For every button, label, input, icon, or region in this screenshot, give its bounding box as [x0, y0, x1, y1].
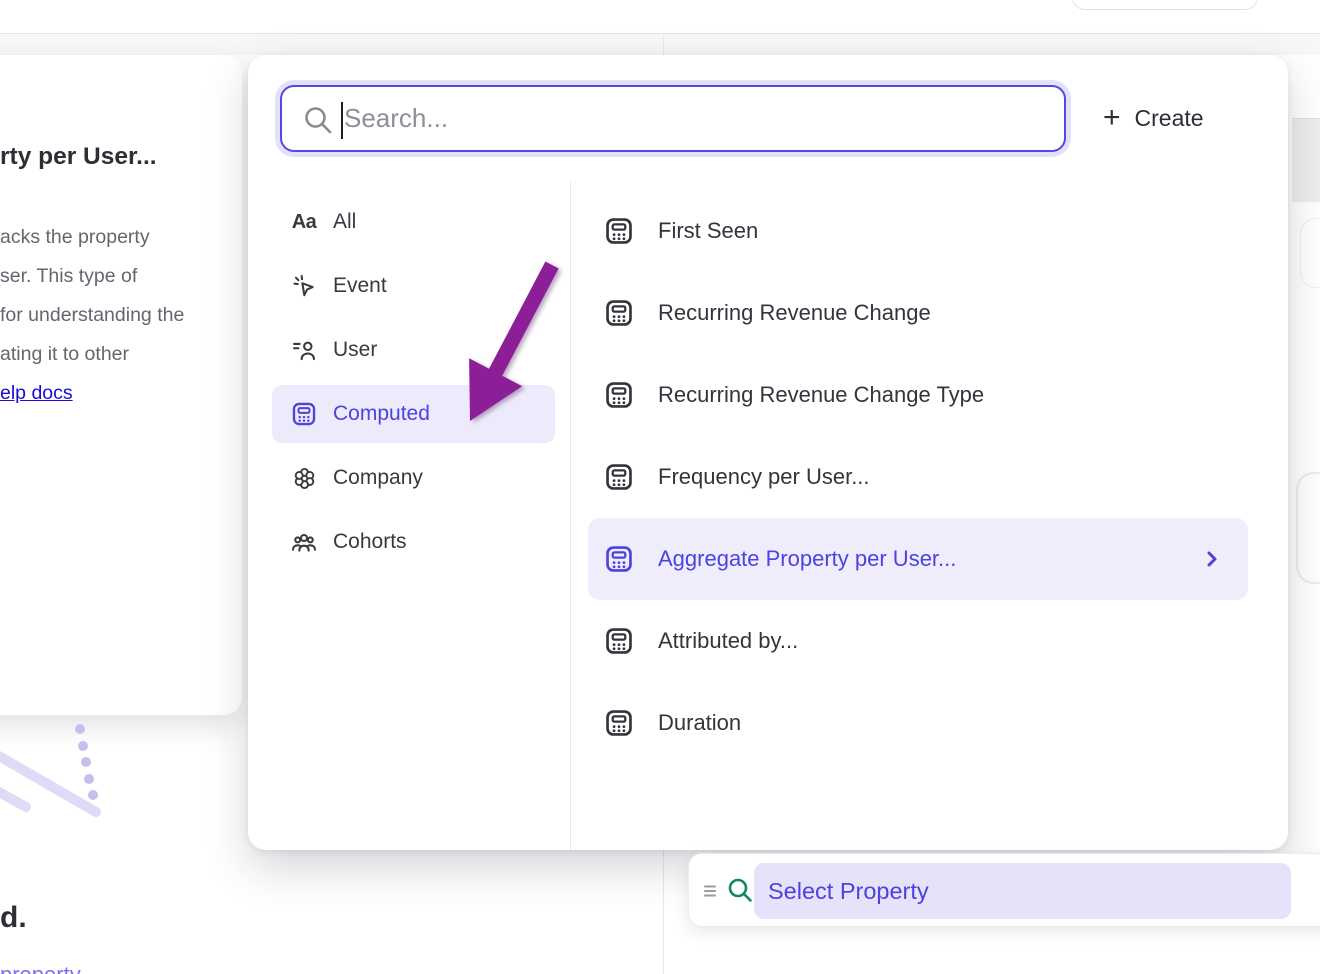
category-cohorts[interactable]: Cohorts [272, 513, 555, 571]
search-icon [302, 104, 334, 136]
help-docs-link[interactable]: elp docs [0, 382, 73, 405]
search-icon [726, 876, 754, 904]
calculator-icon [602, 214, 636, 248]
drag-handle-icon[interactable] [702, 882, 720, 900]
create-button[interactable]: + Create [1103, 95, 1253, 141]
user-list-icon [289, 335, 319, 365]
category-all[interactable]: Aa All [272, 193, 555, 251]
calculator-icon [602, 460, 636, 494]
tooltip-body-line: acks the property [0, 226, 150, 249]
tooltip-body-line: for understanding the [0, 304, 184, 327]
cropped-top-button [1072, 0, 1258, 10]
background-card-outline [1296, 472, 1320, 584]
background-panel-fragment [1292, 118, 1320, 202]
category-event[interactable]: Event [272, 257, 555, 315]
calculator-icon [602, 296, 636, 330]
property-item-frequency-per-user[interactable]: Frequency per User... [588, 436, 1248, 518]
company-cluster-icon [289, 463, 319, 493]
property-tooltip-card: rty per User... acks the property ser. T… [0, 55, 242, 715]
calculator-icon [602, 378, 636, 412]
calculator-icon [289, 399, 319, 429]
calculator-icon [602, 542, 636, 576]
property-item-first-seen[interactable]: First Seen [588, 190, 1248, 272]
calculator-icon [602, 624, 636, 658]
select-property-button[interactable]: Select Property [754, 863, 1291, 919]
select-property-control: Select Property [688, 853, 1320, 927]
cohorts-people-icon [289, 527, 319, 557]
background-card-outline [1300, 218, 1320, 288]
category-user[interactable]: User [272, 321, 555, 379]
category-company[interactable]: Company [272, 449, 555, 507]
cropped-link-fragment[interactable]: property [0, 962, 81, 974]
category-computed[interactable]: Computed [272, 385, 555, 443]
property-item-attributed-by[interactable]: Attributed by... [588, 600, 1248, 682]
calculator-icon [602, 706, 636, 740]
modal-column-divider [570, 182, 571, 850]
click-cursor-icon [289, 271, 319, 301]
chevron-right-icon [1202, 549, 1222, 569]
cropped-heading-fragment: d. [0, 901, 27, 935]
property-item-recurring-revenue-change[interactable]: Recurring Revenue Change [588, 272, 1248, 354]
property-item-aggregate-property-per-user[interactable]: Aggregate Property per User... [588, 518, 1248, 600]
property-item-duration[interactable]: Duration [588, 682, 1248, 764]
search-box [280, 85, 1066, 152]
tooltip-body-line: ser. This type of [0, 265, 137, 288]
plus-icon: + [1103, 103, 1121, 133]
tooltip-body-line: ating it to other [0, 343, 129, 366]
property-item-recurring-revenue-change-type[interactable]: Recurring Revenue Change Type [588, 354, 1248, 436]
search-input[interactable] [344, 87, 1054, 150]
text-aa-icon: Aa [289, 207, 319, 237]
tooltip-title: rty per User... [0, 143, 157, 171]
decorative-chart-graphic [0, 700, 130, 830]
text-cursor [341, 102, 343, 139]
property-picker-modal: + Create Aa All Event User [248, 55, 1288, 850]
toolbar-band [0, 34, 1320, 55]
